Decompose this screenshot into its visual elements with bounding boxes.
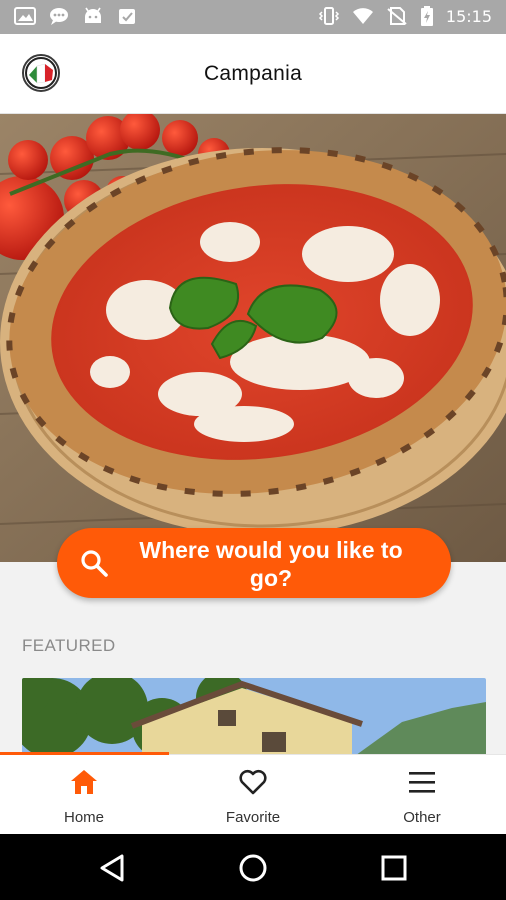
chat-icon [50,8,68,25]
clipboard-check-icon [119,9,135,24]
nav-other[interactable]: Other [338,755,506,835]
vibrate-icon [318,7,339,25]
nav-favorite-label: Favorite [225,809,281,826]
featured-heading: FEATURED [22,636,116,655]
nav-home-label: Home [63,809,104,826]
gallery-icon [14,7,36,25]
page-title: Campania [203,62,303,85]
no-sim-icon [387,7,407,25]
heart-icon [239,769,267,795]
back-icon[interactable] [96,851,130,885]
destination-search-button[interactable]: Where would you like to go? [57,528,451,598]
search-prompt: Where would you like to go? [139,537,403,591]
battery-charging-icon [420,6,433,26]
system-navigation-bar [0,834,506,900]
hero-image [0,114,506,562]
nav-favorite[interactable]: Favorite [169,755,337,835]
search-icon [81,550,108,577]
home-icon [71,770,97,794]
nav-other-label: Other [403,809,441,826]
nav-home[interactable]: Home [0,755,168,835]
app-bar: Campania [0,34,506,114]
featured-card[interactable] [22,678,486,758]
home-circle-icon[interactable] [236,851,270,885]
status-time: 15:15 [445,6,492,26]
status-bar: 15:15 [0,0,506,34]
wifi-icon [352,8,373,24]
android-icon [85,7,101,23]
menu-icon [409,772,435,793]
recents-icon[interactable] [377,851,411,885]
bottom-navigation: Home Favorite Other [0,752,506,835]
